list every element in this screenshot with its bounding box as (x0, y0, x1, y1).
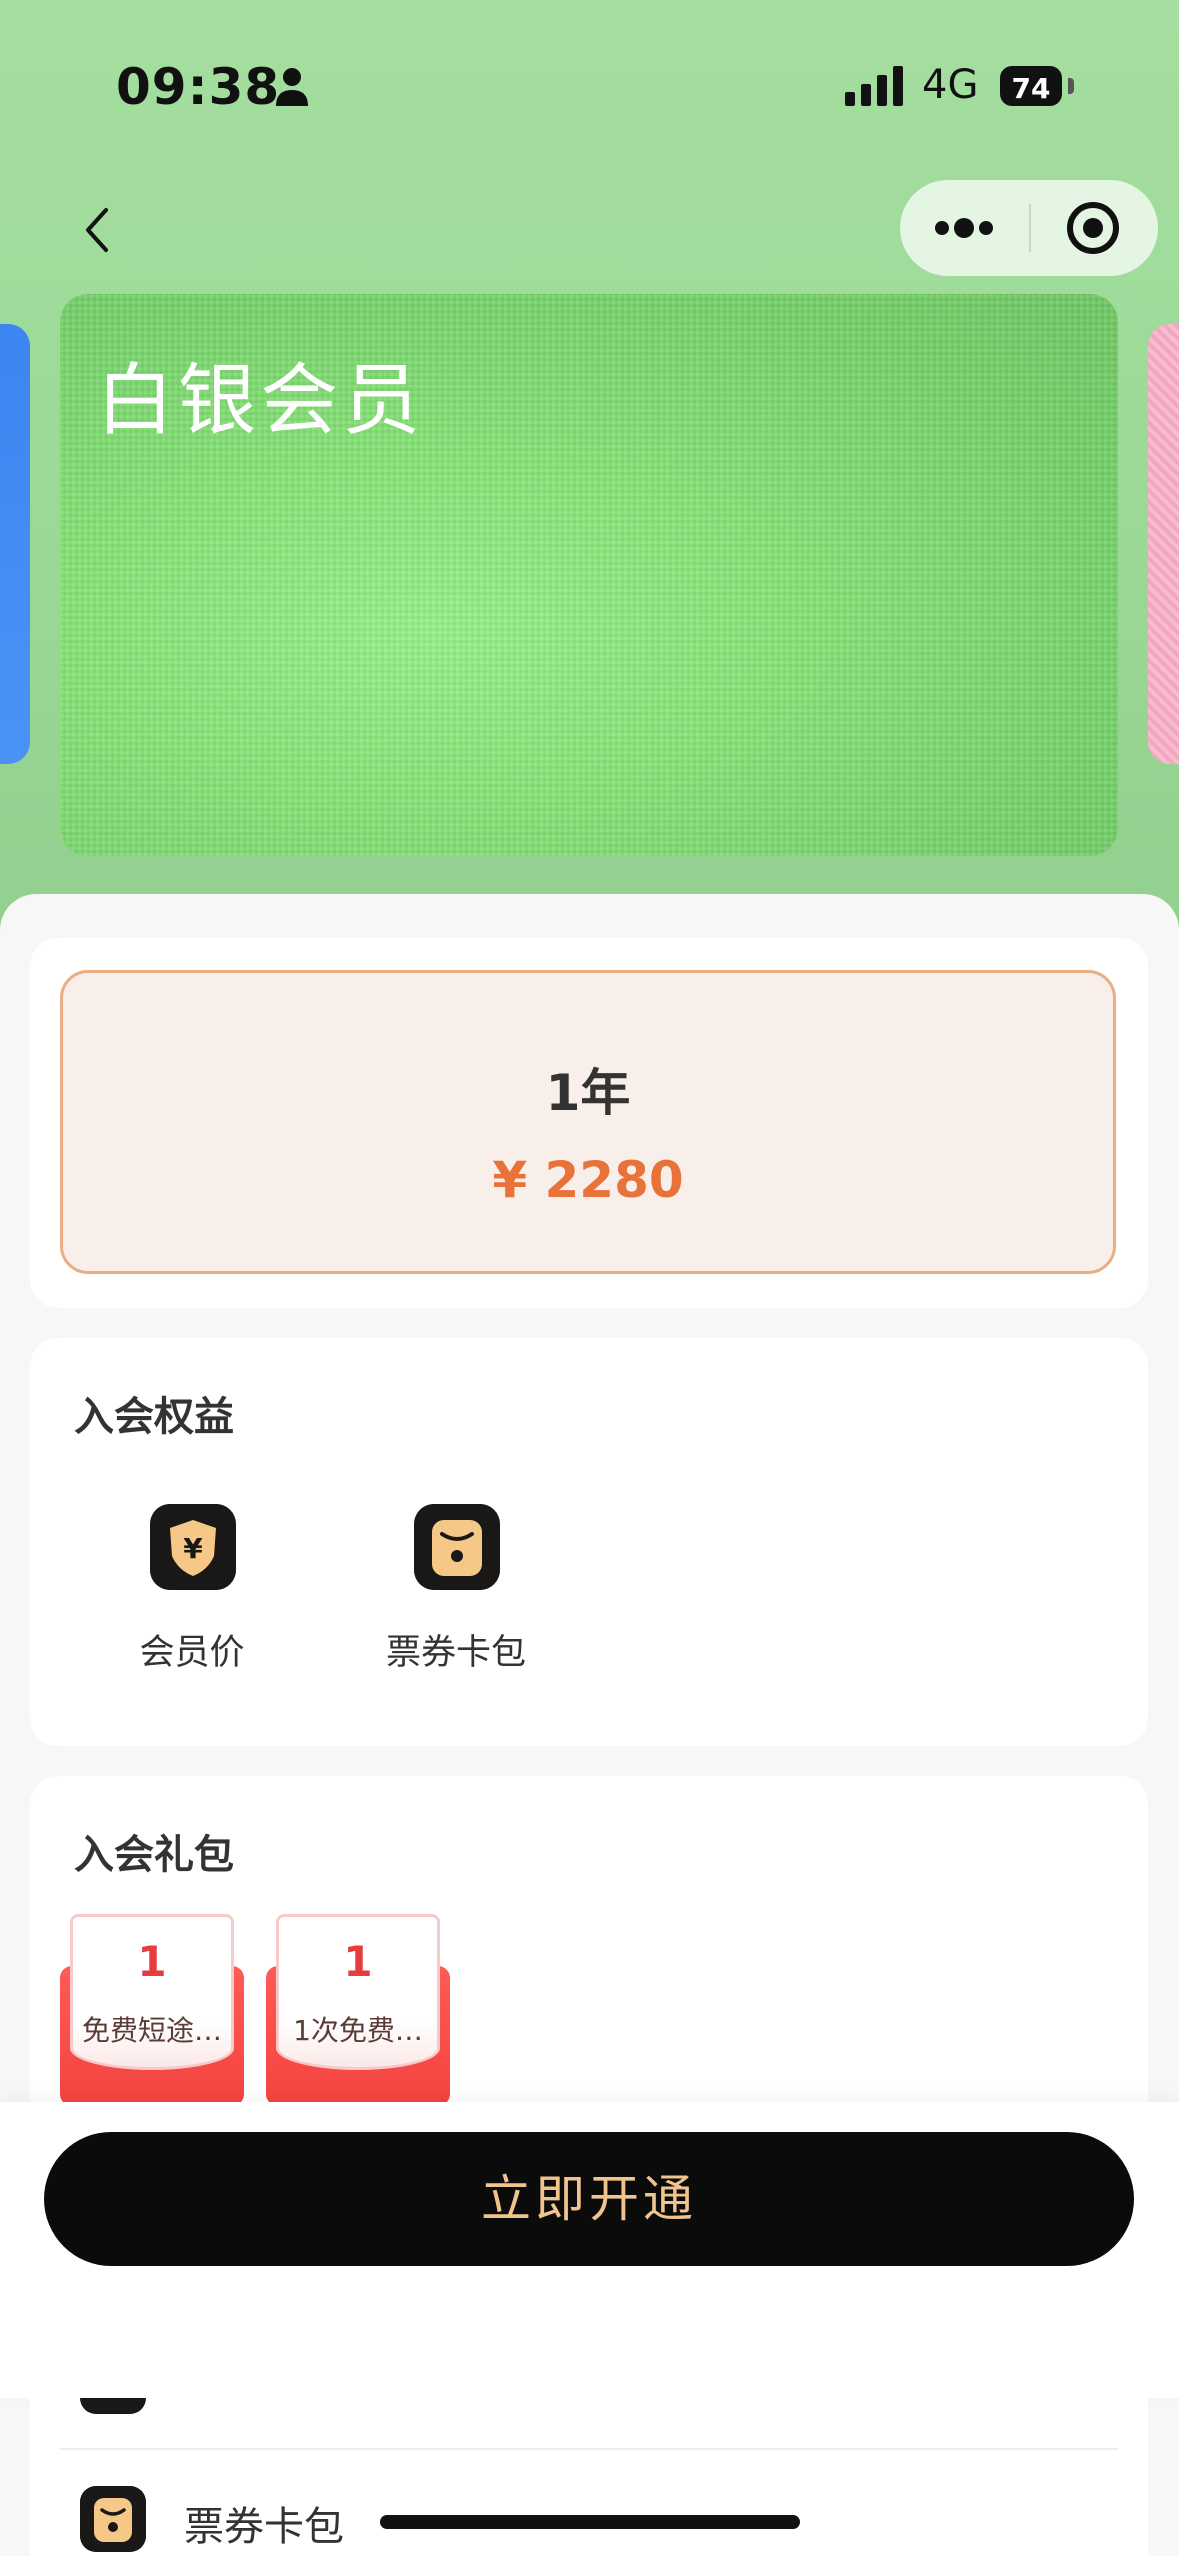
benefit-item-ticket-wallet[interactable]: 票券卡包 (356, 1504, 556, 1684)
gift-count: 1 (343, 1937, 373, 1986)
gift-item-1[interactable]: 1 免费短途… (60, 1914, 244, 2106)
signal-icon (845, 66, 903, 106)
ticket-wallet-icon (414, 1504, 500, 1590)
plan-price: ¥ 2280 (492, 1151, 684, 1209)
gift-coupon: 1 1次免费… (276, 1914, 440, 2070)
battery-cap (1068, 78, 1074, 94)
status-time: 09:38 (116, 58, 281, 116)
benefit-label: 票券卡包 (385, 1633, 526, 1673)
card-prev-peek[interactable] (0, 324, 30, 764)
battery-level: 74 (1011, 72, 1051, 105)
benefit-item-member-price[interactable]: ¥ 会员价 (92, 1504, 292, 1684)
gift-item-2[interactable]: 1 1次免费… (266, 1914, 450, 2106)
ticket-wallet-icon (80, 2486, 146, 2552)
benefits-title: 入会权益 (74, 1394, 234, 1440)
gift-coupon: 1 免费短途… (70, 1914, 234, 2070)
membership-card[interactable]: 白银会员 (60, 294, 1118, 856)
list-item-label: 票券卡包 (184, 2504, 344, 2550)
yen-shield-icon: ¥ (150, 1504, 236, 1590)
card-title: 白银会员 (96, 356, 425, 446)
gift-name: 免费短途… (81, 2014, 222, 2047)
benefits-panel: 入会权益 ¥ 会员价 票券卡包 (30, 1338, 1148, 1746)
status-bar: 09:38 4G 74 (0, 0, 1179, 170)
plan-panel: 1年 ¥ 2280 (30, 938, 1148, 1308)
list-divider (60, 2448, 1118, 2450)
home-indicator[interactable] (380, 2515, 800, 2529)
person-icon (276, 68, 308, 106)
network-type: 4G (922, 62, 979, 108)
target-circle-icon[interactable] (1031, 180, 1158, 276)
bottom-action-bar: 立即开通 (0, 2102, 1179, 2398)
battery-icon: 74 (1000, 66, 1062, 106)
partial-icon (80, 2398, 146, 2414)
benefit-label: 会员价 (139, 1633, 245, 1673)
svg-text:¥: ¥ (183, 1532, 203, 1565)
plan-option-1year[interactable]: 1年 ¥ 2280 (60, 970, 1116, 1274)
open-membership-button[interactable]: 立即开通 (44, 2132, 1134, 2266)
card-next-peek[interactable] (1148, 324, 1179, 764)
gift-count: 1 (137, 1937, 167, 1986)
lower-benefit-list: 票券卡包 (30, 2398, 1148, 2556)
plan-duration: 1年 (545, 1064, 631, 1122)
more-dots-icon[interactable] (900, 180, 1028, 276)
gift-name: 1次免费… (293, 2014, 423, 2047)
back-button[interactable] (70, 200, 130, 260)
mini-program-capsule (900, 180, 1158, 276)
gift-pack-title: 入会礼包 (74, 1832, 234, 1878)
